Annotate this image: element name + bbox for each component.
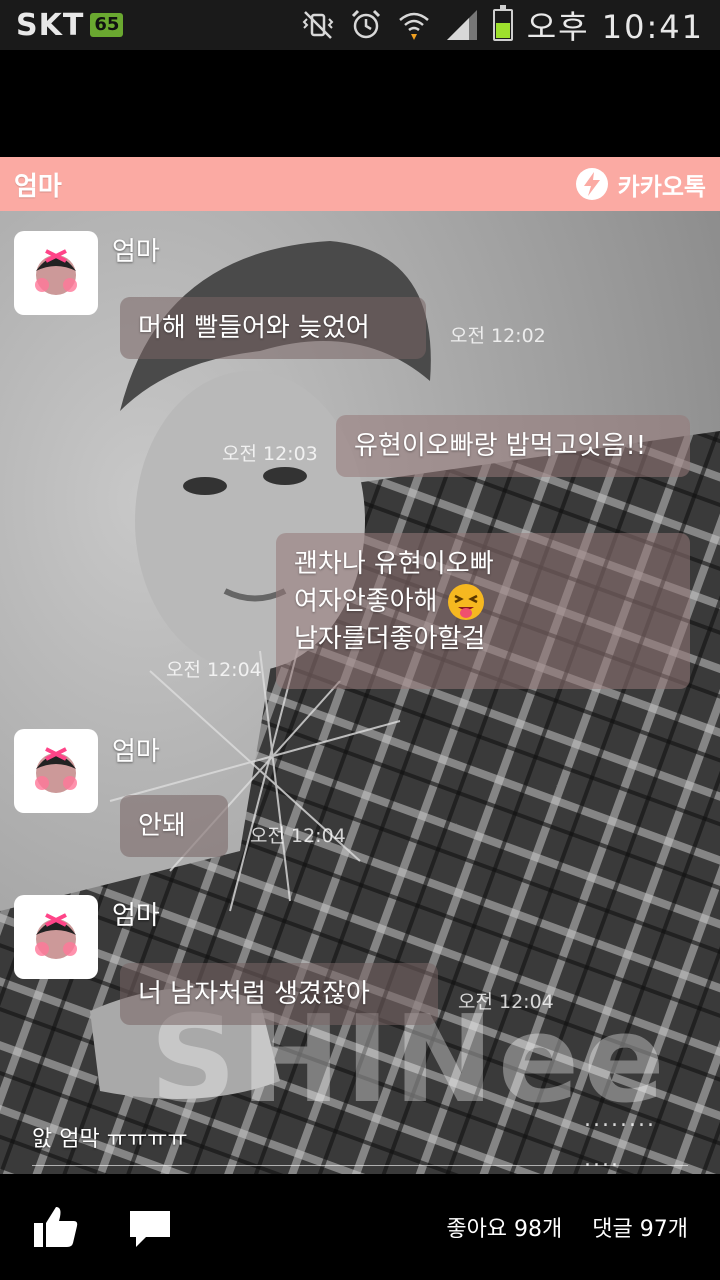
comment-preview[interactable]: 앐 엄막 ㅠㅠㅠㅠ [32,1121,188,1153]
message-line: 괜차나 유현이오빠 [294,549,494,579]
brand-name: 카카오톡 [617,172,706,201]
message-time: 오전 12:04 [250,825,346,847]
divider [32,1165,688,1166]
chat-area[interactable]: SHINee 엄마 머해 빨들어와 늦었어 오전 12:02 오전 12:03 … [0,211,720,1174]
bottom-action-bar: 좋아요 98개 댓글 97개 [0,1174,720,1280]
clock: 오후 10:41 [526,8,704,46]
battery-icon [492,5,513,41]
likes-count[interactable]: 좋아요 98개 [446,1211,562,1243]
message-bubble[interactable]: 머해 빨들어와 늦었어 [120,297,426,359]
message-time: 오전 12:04 [458,991,554,1013]
avatar-image [35,249,77,295]
avatar[interactable] [14,231,98,315]
message-bubble[interactable]: 유현이오빠랑 밥먹고잇음!! [336,415,690,477]
decorative-dots: .... [584,1147,620,1172]
message-bubble[interactable]: 안돼 [120,795,228,857]
message-time: 오전 12:03 [222,443,318,465]
message-bubble[interactable]: 괜차나 유현이오빠 여자안좋아해 남자를더좋아할걸 [276,533,690,689]
status-icons: 오후 10:41 [301,2,704,48]
avatar-image [35,747,77,793]
signal-icon [446,10,477,40]
brand-logo: 카카오톡 [574,166,706,202]
comment-icon[interactable] [126,1203,174,1251]
alarm-icon [351,9,380,39]
message-sender: 엄마 [112,737,160,767]
avatar[interactable] [14,729,98,813]
kakao-bolt-icon [575,168,608,200]
message-bubble[interactable]: 너 남자처럼 생겼잖아 [120,963,438,1025]
tongue-out-emoji-icon [447,584,484,621]
chat-title: 엄마 [14,171,62,202]
message-line: 남자를더좋아할걸 [294,624,486,655]
decorative-dots: ........ [584,1107,656,1132]
status-bar: SKT 65 오후 10:41 [0,0,720,50]
chat-header: 엄마 카카오톡 [0,157,720,211]
message-time: 오전 12:02 [450,325,546,347]
engagement-stats: 좋아요 98개 댓글 97개 [446,1211,688,1243]
message-sender: 엄마 [112,237,160,267]
vibrate-icon [302,11,334,39]
message-sender: 엄마 [112,901,160,931]
wifi-icon [398,12,429,40]
avatar[interactable] [14,895,98,979]
avatar-image [35,913,77,959]
thumbs-up-icon[interactable] [32,1203,80,1251]
carrier-badge: 65 [90,13,124,37]
comments-count[interactable]: 댓글 97개 [592,1211,688,1243]
message-time: 오전 12:04 [166,659,262,681]
carrier-name: SKT [16,7,85,43]
message-line: 여자안좋아해 [294,582,672,622]
